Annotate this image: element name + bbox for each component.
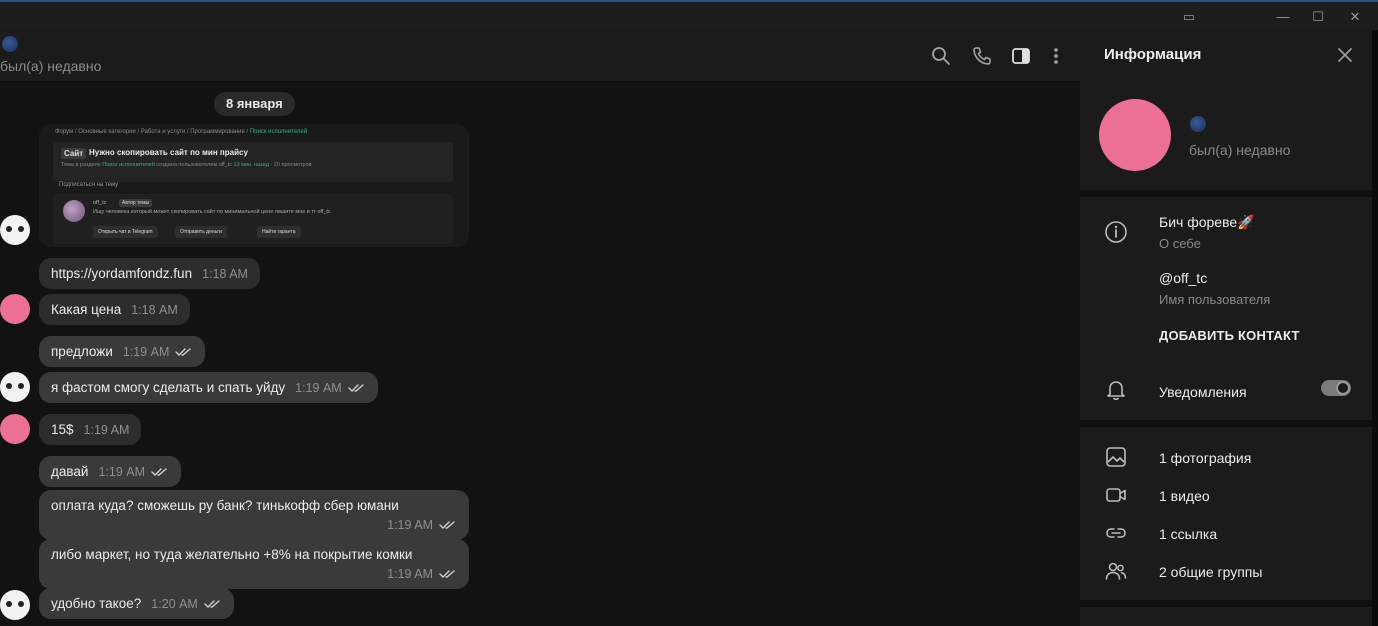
media-videos[interactable]: 1 видео	[1159, 488, 1210, 504]
profile-bio[interactable]: Бич фореве🚀	[1159, 214, 1255, 231]
avatar[interactable]	[0, 414, 30, 444]
preview-post-badge: Автор темы	[119, 199, 153, 207]
double-check-icon	[439, 521, 455, 530]
double-check-icon	[348, 384, 364, 393]
double-check-icon	[175, 348, 192, 357]
message-time: 1:19 AM	[387, 518, 433, 532]
avatar[interactable]	[0, 294, 30, 324]
message-text: удобно такое?	[51, 596, 142, 611]
divider	[1080, 600, 1372, 607]
preview-post: off_tc Автор темы Ищу человека который м…	[53, 194, 453, 244]
preview-post-text: Ищу человека который может скопировать с…	[93, 209, 331, 215]
profile-username-label: Имя пользователя	[1159, 292, 1271, 307]
message-time: 1:18 AM	[202, 267, 248, 281]
sidebar-toggle-icon[interactable]	[1011, 46, 1031, 66]
bell-icon	[1107, 381, 1125, 401]
info-panel: Информация был(а) недавно Бич фореве🚀 О …	[1080, 30, 1372, 626]
media-links[interactable]: 1 ссылка	[1159, 526, 1217, 542]
message-text: давай	[51, 464, 89, 479]
profile-status: был(а) недавно	[1189, 142, 1291, 158]
preview-thread-header: Сайт Нужно скопировать сайт по мин прайс…	[53, 142, 453, 182]
message-bubble[interactable]: https://yordamfondz.fun 1:18 AM	[39, 258, 260, 289]
preview-title: Нужно скопировать сайт по мин прайсу	[89, 148, 248, 157]
message-bubble-outgoing[interactable]: я фастом смогу сделать и спать уйду 1:19 …	[39, 372, 378, 403]
notifications-label: Уведомления	[1159, 384, 1247, 400]
link-icon	[1106, 528, 1126, 538]
double-check-icon	[439, 570, 455, 579]
message-bubble-outgoing[interactable]: либо маркет, но туда желательно +8% на п…	[39, 539, 469, 589]
divider	[1080, 420, 1372, 427]
message-text: https://yordamfondz.fun	[51, 266, 193, 281]
minimize-button[interactable]: —	[1275, 10, 1291, 24]
message-bubble[interactable]: 15$ 1:19 AM	[39, 414, 142, 445]
profile-avatar[interactable]	[1099, 99, 1171, 171]
chat-header[interactable]: был(а) недавно	[0, 30, 1080, 82]
image-message[interactable]: Форум / Основные категории / Работа и ус…	[39, 124, 469, 247]
message-text: Какая цена	[51, 302, 122, 317]
header-status: был(а) недавно	[0, 58, 102, 74]
avatar[interactable]	[0, 215, 30, 245]
message-text: 15$	[51, 422, 74, 437]
preview-subscribe: Подписаться на тему	[59, 182, 119, 188]
close-icon[interactable]	[1336, 46, 1354, 64]
window-titlebar: ▭ — ☐ ✕	[0, 0, 1378, 30]
message-time: 1:20 AM	[151, 597, 198, 611]
window-edge	[1372, 30, 1378, 626]
message-time: 1:19 AM	[295, 381, 342, 395]
message-bubble-outgoing[interactable]: предложи 1:19 AM	[39, 336, 206, 367]
avatar[interactable]	[0, 590, 30, 620]
info-icon	[1105, 221, 1127, 243]
image-icon	[1106, 447, 1126, 467]
message-text: я фастом смогу сделать и спать уйду	[51, 380, 286, 395]
preview-button-money: Отправить деньги	[175, 226, 227, 238]
maximize-button[interactable]: ☐	[1310, 10, 1326, 24]
preview-tag: Сайт	[61, 148, 87, 159]
preview-breadcrumb: Форум / Основные категории / Работа и ус…	[55, 129, 308, 135]
profile-bio-label: О себе	[1159, 236, 1201, 251]
message-time: 1:19 AM	[83, 423, 130, 437]
double-check-icon	[151, 468, 167, 477]
profile-name-emoji	[1190, 116, 1206, 132]
preview-button-guarantor: Найти гаранта	[257, 226, 301, 238]
message-text: либо маркет, но туда желательно +8% на п…	[51, 547, 413, 562]
add-contact-button[interactable]: ДОБАВИТЬ КОНТАКТ	[1159, 328, 1300, 343]
picture-in-picture-icon[interactable]: ▭	[1181, 10, 1197, 24]
users-icon	[1105, 562, 1127, 580]
message-text: оплата куда? сможешь ру банк? тинькофф с…	[51, 498, 399, 513]
date-separator: 8 января	[214, 92, 295, 116]
message-time: 1:19 AM	[98, 465, 146, 479]
message-time: 1:19 AM	[122, 345, 170, 359]
message-bubble-outgoing[interactable]: оплата куда? сможешь ру банк? тинькофф с…	[39, 490, 469, 540]
message-text: предложи	[51, 344, 113, 359]
media-common-groups[interactable]: 2 общие группы	[1159, 564, 1262, 580]
profile-username[interactable]: @off_tc	[1159, 270, 1207, 286]
message-time: 1:19 AM	[387, 567, 433, 581]
preview-subtitle: Тема в разделе Поиск исполнителей создан…	[61, 162, 312, 168]
preview-post-name: off_tc	[93, 200, 107, 206]
search-icon[interactable]	[931, 46, 951, 66]
message-bubble-outgoing[interactable]: давай 1:19 AM	[39, 456, 182, 487]
divider	[1080, 190, 1372, 197]
info-panel-title: Информация	[1104, 46, 1202, 63]
double-check-icon	[204, 600, 220, 609]
message-time: 1:18 AM	[131, 303, 178, 317]
more-vertical-icon[interactable]	[1046, 46, 1066, 66]
message-bubble-outgoing[interactable]: удобно такое? 1:20 AM	[39, 588, 234, 619]
media-photos[interactable]: 1 фотография	[1159, 450, 1251, 466]
header-avatar[interactable]	[2, 36, 18, 52]
message-bubble[interactable]: Какая цена 1:18 AM	[39, 294, 190, 325]
video-icon	[1106, 488, 1126, 502]
preview-post-avatar	[63, 200, 85, 222]
chat-messages-area[interactable]: 8 января Форум / Основные категории / Ра…	[0, 82, 1080, 626]
close-window-button[interactable]: ✕	[1347, 10, 1363, 24]
phone-icon[interactable]	[972, 46, 992, 66]
avatar[interactable]	[0, 372, 30, 402]
preview-button-telegram: Открыть чат в Telegram	[93, 226, 158, 238]
notifications-toggle[interactable]	[1321, 380, 1351, 396]
